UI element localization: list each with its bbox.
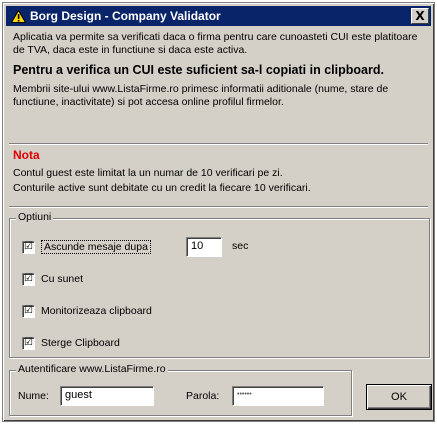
warning-icon — [10, 9, 26, 23]
nota-body: Contul guest este limitat la un numar de… — [13, 166, 428, 196]
ok-button[interactable]: OK — [366, 384, 432, 410]
seconds-unit-label: sec — [232, 240, 249, 252]
sound-checkbox[interactable]: ☑ — [22, 272, 35, 286]
info-paragraph-1: Aplicatia va permite sa verificati daca … — [13, 31, 418, 56]
sound-checkbox-row[interactable]: ☑ Cu sunet — [22, 271, 83, 287]
password-input[interactable]: •••••• — [232, 386, 324, 406]
name-label: Nume: — [18, 390, 49, 402]
hide-message-label: Ascunde mesaje dupa — [41, 240, 151, 254]
clear-clipboard-checkbox[interactable]: ☑ — [22, 336, 35, 350]
options-group-label: Optiuni — [16, 211, 54, 223]
nota-line-2: Conturile active sunt debitate cu un cre… — [13, 182, 311, 194]
close-button[interactable]: X — [411, 8, 429, 24]
info-paragraph-2: Membrii site-ului www.ListaFirme.ro prim… — [13, 83, 389, 108]
clear-clipboard-label: Sterge Clipboard — [41, 337, 120, 349]
options-group: Optiuni ☑ Ascunde mesaje dupa 10 sec ☑ C… — [9, 211, 430, 358]
separator — [9, 143, 428, 145]
monitor-clipboard-checkbox[interactable]: ☑ — [22, 304, 35, 318]
nota-title: Nota — [13, 148, 40, 162]
sound-label: Cu sunet — [41, 273, 84, 285]
info-section: Aplicatia va permite sa verificati daca … — [13, 31, 428, 109]
validator-window: Borg Design - Company Validator X Aplica… — [2, 2, 435, 422]
hide-message-checkbox-row[interactable]: ☑ Ascunde mesaje dupa — [22, 239, 151, 255]
auth-group: Autentificare www.ListaFirme.ro Nume: gu… — [9, 363, 352, 416]
separator — [9, 206, 428, 208]
name-input[interactable]: guest — [60, 386, 154, 406]
auth-group-label: Autentificare www.ListaFirme.ro — [16, 363, 168, 375]
window-title: Borg Design - Company Validator — [30, 9, 221, 23]
password-label: Parola: — [186, 390, 220, 402]
hide-message-checkbox[interactable]: ☑ — [22, 240, 35, 254]
monitor-clipboard-checkbox-row[interactable]: ☑ Monitorizeaza clipboard — [22, 303, 152, 319]
hide-seconds-input[interactable]: 10 — [186, 237, 222, 257]
clear-clipboard-checkbox-row[interactable]: ☑ Sterge Clipboard — [22, 335, 120, 351]
monitor-clipboard-label: Monitorizeaza clipboard — [41, 305, 152, 317]
title-bar[interactable]: Borg Design - Company Validator X — [6, 6, 431, 26]
nota-line-1: Contul guest este limitat la un numar de… — [13, 167, 283, 179]
info-bold-line: Pentru a verifica un CUI este suficient … — [13, 63, 384, 77]
